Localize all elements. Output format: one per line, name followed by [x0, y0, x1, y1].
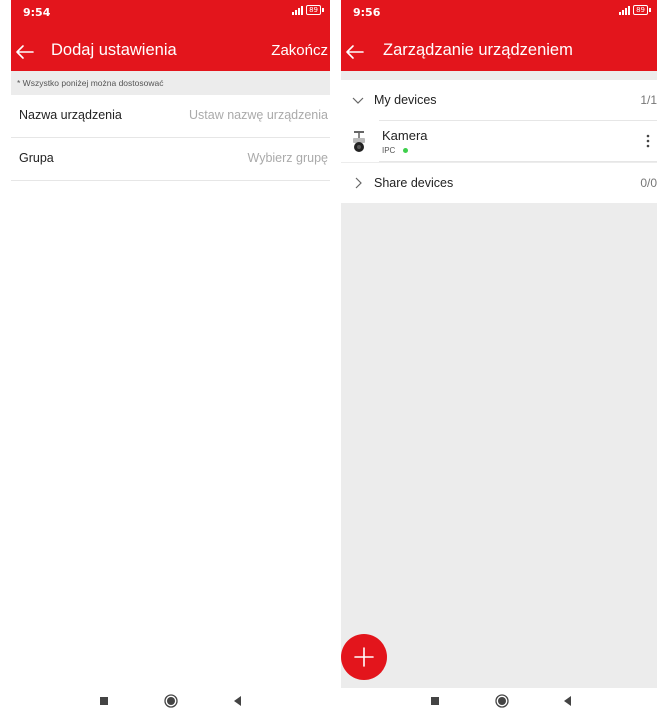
- my-devices-group[interactable]: My devices 1/1: [341, 80, 657, 120]
- battery-tip: [322, 8, 324, 12]
- my-devices-count: 1/1: [640, 93, 657, 107]
- status-indicators: 89: [619, 5, 651, 15]
- finish-button[interactable]: Zakończ: [271, 42, 328, 59]
- add-settings-screen: 9:54 89 Dodaj ustawienia Zakończ * Wszys…: [11, 0, 330, 713]
- status-indicators: 89: [292, 5, 324, 15]
- hint-banner: * Wszystko poniżej można dostosować: [11, 71, 330, 95]
- device-item-kamera[interactable]: Kamera IPC: [341, 120, 657, 162]
- battery-icon: 89: [633, 5, 648, 15]
- device-management-screen: 9:56 89 Zarządzanie urządzeniem My devic…: [341, 0, 657, 713]
- status-time: 9:56: [353, 6, 381, 19]
- recent-apps-icon[interactable]: [427, 693, 443, 709]
- battery-icon: 89: [306, 5, 321, 15]
- device-name-label: Nazwa urządzenia: [19, 108, 122, 122]
- system-nav-bar: [11, 688, 330, 713]
- share-devices-group[interactable]: Share devices 0/0: [341, 163, 657, 203]
- divider: [379, 161, 657, 162]
- device-name-placeholder: Ustaw nazwę urządzenia: [189, 108, 328, 122]
- device-type: IPC: [382, 146, 396, 155]
- online-status-dot: [403, 148, 408, 153]
- device-name-field[interactable]: Nazwa urządzenia Ustaw nazwę urządzenia: [11, 95, 330, 138]
- my-devices-label: My devices: [374, 93, 437, 107]
- app-header: 9:56 89 Zarządzanie urządzeniem: [341, 0, 657, 71]
- home-icon[interactable]: [163, 693, 179, 709]
- system-nav-bar: [341, 688, 657, 713]
- page-title: Zarządzanie urządzeniem: [383, 41, 573, 59]
- plus-icon: [354, 647, 374, 667]
- app-header: 9:54 89 Dodaj ustawienia Zakończ: [11, 0, 330, 71]
- share-devices-label: Share devices: [374, 176, 454, 190]
- group-select-field[interactable]: Grupa Wybierz grupę: [11, 138, 330, 181]
- signal-icon: [292, 5, 304, 15]
- share-devices-count: 0/0: [640, 176, 657, 190]
- back-triangle-icon[interactable]: [230, 693, 246, 709]
- chevron-right-icon: [355, 177, 362, 189]
- page-title: Dodaj ustawienia: [51, 41, 177, 59]
- chevron-down-icon: [352, 97, 364, 104]
- recent-apps-icon[interactable]: [96, 693, 112, 709]
- more-vertical-icon[interactable]: [641, 132, 655, 150]
- signal-icon: [619, 5, 631, 15]
- hint-text: * Wszystko poniżej można dostosować: [17, 78, 164, 88]
- battery-tip: [649, 8, 651, 12]
- home-icon[interactable]: [494, 693, 510, 709]
- add-device-button[interactable]: [341, 634, 387, 680]
- back-triangle-icon[interactable]: [560, 693, 576, 709]
- camera-icon: [353, 131, 365, 152]
- status-time: 9:54: [23, 6, 51, 19]
- group-placeholder: Wybierz grupę: [247, 151, 328, 165]
- divider: [379, 120, 657, 121]
- arrow-left-icon[interactable]: [343, 40, 367, 64]
- group-label: Grupa: [19, 151, 54, 165]
- device-name: Kamera: [382, 128, 428, 143]
- arrow-left-icon[interactable]: [13, 40, 37, 64]
